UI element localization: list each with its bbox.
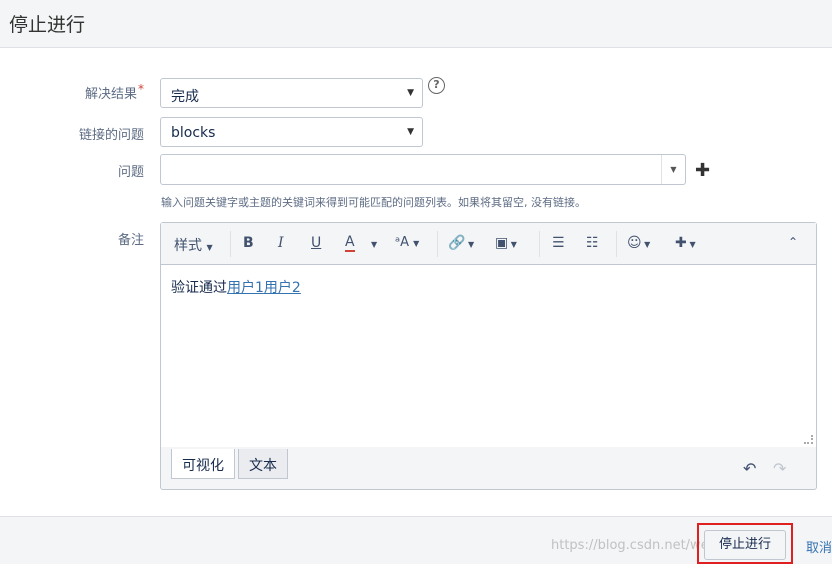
bold-icon[interactable]: B xyxy=(243,235,254,251)
italic-icon[interactable]: I xyxy=(278,235,284,251)
chevron-down-icon: ▼ xyxy=(407,127,414,137)
style-dropdown-label: 样式 xyxy=(174,238,202,254)
toolbar-divider xyxy=(230,231,231,257)
text-effects-icon[interactable]: ᵃA ▼ xyxy=(395,235,419,250)
issue-hint: 输入问题关键字或主题的关键词来得到可能匹配的问题列表。如果将其留空, 没有链接。 xyxy=(161,196,586,209)
link-icon[interactable]: 🔗 ▼ xyxy=(448,235,474,251)
tab-visual[interactable]: 可视化 xyxy=(171,449,235,479)
chevron-down-icon[interactable]: ▼ xyxy=(371,240,377,249)
resolution-label: 解决结果* xyxy=(4,82,144,102)
add-issue-plus-icon[interactable]: ✚ xyxy=(695,160,710,181)
redo-icon[interactable]: ↷ xyxy=(773,459,786,478)
link-type-label: 链接的问题 xyxy=(78,128,144,143)
resize-grip-icon[interactable] xyxy=(804,435,813,444)
link-type-select[interactable]: blocks ▼ xyxy=(160,117,423,147)
resolution-select[interactable]: 完成 ▼ xyxy=(160,78,423,108)
help-icon[interactable]: ? xyxy=(428,77,445,94)
resolution-select-value: 完成 xyxy=(171,89,199,105)
comment-label: 备注 xyxy=(117,233,144,248)
highlight-box xyxy=(697,523,793,564)
comment-editor: 样式 ▼ B I U A ▼ ᵃA ▼ 🔗 ▼ ▣ ▼ ☰ ☷ ☺ ▼ ✚ ▼ … xyxy=(160,222,817,490)
resolution-label-text: 解决结果 xyxy=(84,87,137,102)
numbered-list-icon[interactable]: ☷ xyxy=(586,235,599,251)
toolbar-divider xyxy=(437,231,438,257)
chevron-down-icon: ▼ xyxy=(206,243,213,252)
mention-user-2[interactable]: 用户2 xyxy=(264,280,301,296)
required-mark: * xyxy=(138,82,144,96)
cancel-link[interactable]: 取消 xyxy=(806,537,832,556)
comment-text: 验证通过 xyxy=(171,280,227,296)
dialog-header: 停止进行 xyxy=(0,0,832,48)
mention-user-1[interactable]: 用户1 xyxy=(227,280,264,296)
toolbar-divider xyxy=(616,231,617,257)
link-type-select-value: blocks xyxy=(171,125,216,141)
issue-input[interactable]: ▼ xyxy=(160,154,686,185)
toolbar-divider xyxy=(539,231,540,257)
undo-icon[interactable]: ↶ xyxy=(743,459,756,478)
bullet-list-icon[interactable]: ☰ xyxy=(552,235,565,251)
chevron-down-icon: ▼ xyxy=(407,88,414,98)
style-dropdown[interactable]: 样式 ▼ xyxy=(174,235,213,255)
tab-text[interactable]: 文本 xyxy=(238,449,288,479)
text-color-icon[interactable]: A xyxy=(345,235,355,252)
comment-textarea[interactable]: 验证通过用户1用户2 xyxy=(161,265,816,447)
issue-dropdown-toggle[interactable]: ▼ xyxy=(661,155,685,184)
collapse-toolbar-icon[interactable]: ⌃ xyxy=(788,235,798,249)
dialog-title: 停止进行 xyxy=(9,14,86,36)
attachment-icon[interactable]: ▣ ▼ xyxy=(495,235,517,251)
insert-more-icon[interactable]: ✚ ▼ xyxy=(675,235,696,251)
editor-toolbar: 样式 ▼ B I U A ▼ ᵃA ▼ 🔗 ▼ ▣ ▼ ☰ ☷ ☺ ▼ ✚ ▼ … xyxy=(161,223,816,265)
emoticon-icon[interactable]: ☺ ▼ xyxy=(627,235,650,251)
issue-label: 问题 xyxy=(117,165,144,180)
underline-icon[interactable]: U xyxy=(311,235,321,251)
